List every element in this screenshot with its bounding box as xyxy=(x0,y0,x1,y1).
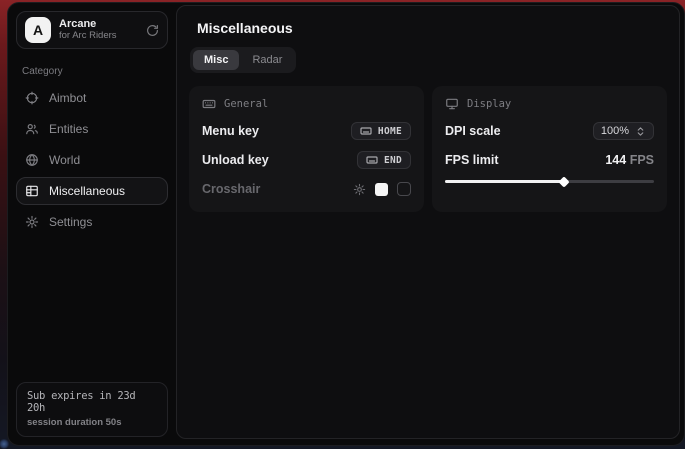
crosshair-label: Crosshair xyxy=(202,182,260,196)
crosshair-icon xyxy=(25,91,39,105)
unload-key-value: END xyxy=(384,155,402,166)
session-duration: session duration 50s xyxy=(27,417,157,428)
desktop-backdrop: A Arcane for Arc Riders Category xyxy=(0,0,685,449)
app-header-card: A Arcane for Arc Riders xyxy=(16,11,168,49)
dpi-scale-row: DPI scale 100% xyxy=(445,122,654,140)
gear-icon xyxy=(25,215,39,229)
category-label: Category xyxy=(22,66,162,77)
crosshair-checkbox[interactable] xyxy=(397,182,411,196)
subscription-card: Sub expires in 23d 20h session duration … xyxy=(16,382,168,437)
fps-unit: FPS xyxy=(630,153,654,167)
sidebar-item-settings[interactable]: Settings xyxy=(16,208,168,236)
dpi-scale-select[interactable]: 100% xyxy=(593,122,654,140)
fps-limit-label: FPS limit xyxy=(445,153,498,167)
fps-limit-row: FPS limit 144 FPS xyxy=(445,151,654,169)
general-card-title: General xyxy=(224,98,268,110)
fps-slider-thumb[interactable] xyxy=(558,176,569,187)
keyboard-icon xyxy=(202,97,216,111)
dpi-scale-label: DPI scale xyxy=(445,124,501,138)
main-panel: Miscellaneous Misc Radar General xyxy=(176,5,680,439)
page-title: Miscellaneous xyxy=(197,20,667,36)
crosshair-controls xyxy=(353,182,411,196)
sidebar-item-label: World xyxy=(49,153,80,167)
globe-icon xyxy=(25,153,39,167)
sidebar-item-label: Aimbot xyxy=(49,91,86,105)
chevrons-up-down-icon xyxy=(635,126,646,137)
sidebar-item-label: Miscellaneous xyxy=(49,184,125,198)
sidebar: A Arcane for Arc Riders Category xyxy=(8,3,176,445)
display-card-header: Display xyxy=(445,97,654,111)
tab-misc[interactable]: Misc xyxy=(193,50,239,70)
sidebar-item-label: Settings xyxy=(49,215,92,229)
sidebar-item-world[interactable]: World xyxy=(16,146,168,174)
sidebar-item-miscellaneous[interactable]: Miscellaneous xyxy=(16,177,168,205)
app-subtitle: for Arc Riders xyxy=(59,31,117,42)
dpi-scale-value: 100% xyxy=(601,125,629,137)
general-card: General Menu key HOME xyxy=(189,86,424,212)
unload-key-label: Unload key xyxy=(202,153,269,167)
keyboard-icon xyxy=(366,154,378,166)
settings-cards: General Menu key HOME xyxy=(189,86,667,212)
refresh-icon[interactable] xyxy=(146,24,159,37)
menu-key-label: Menu key xyxy=(202,124,259,138)
app-logo: A xyxy=(25,17,51,43)
grid-icon xyxy=(25,184,39,198)
tab-radar[interactable]: Radar xyxy=(241,50,293,70)
app-meta: Arcane for Arc Riders xyxy=(59,18,117,42)
sidebar-item-entities[interactable]: Entities xyxy=(16,115,168,143)
fps-slider-fill xyxy=(445,180,564,183)
subscription-expiry: Sub expires in 23d 20h xyxy=(27,390,157,414)
sidebar-item-label: Entities xyxy=(49,122,88,136)
fps-number: 144 xyxy=(605,153,626,167)
app-name: Arcane xyxy=(59,18,117,31)
general-card-header: General xyxy=(202,97,411,111)
sidebar-item-aimbot[interactable]: Aimbot xyxy=(16,84,168,112)
menu-key-binding[interactable]: HOME xyxy=(351,122,411,140)
keyboard-icon xyxy=(360,125,372,137)
fps-limit-value: 144 FPS xyxy=(605,153,654,167)
crosshair-row: Crosshair xyxy=(202,180,411,198)
menu-key-row: Menu key HOME xyxy=(202,122,411,140)
crosshair-settings-gear-icon[interactable] xyxy=(353,183,366,196)
display-card-title: Display xyxy=(467,98,511,110)
unload-key-row: Unload key END xyxy=(202,151,411,169)
sidebar-nav: Aimbot Entities xyxy=(16,84,168,236)
unload-key-binding[interactable]: END xyxy=(357,151,411,169)
app-window: A Arcane for Arc Riders Category xyxy=(7,2,685,446)
tab-bar: Misc Radar xyxy=(190,47,296,73)
fps-slider[interactable] xyxy=(445,175,654,187)
monitor-icon xyxy=(445,97,459,111)
crosshair-color-swatch[interactable] xyxy=(375,183,388,196)
users-icon xyxy=(25,122,39,136)
display-card: Display DPI scale 100% xyxy=(432,86,667,212)
menu-key-value: HOME xyxy=(378,126,402,137)
